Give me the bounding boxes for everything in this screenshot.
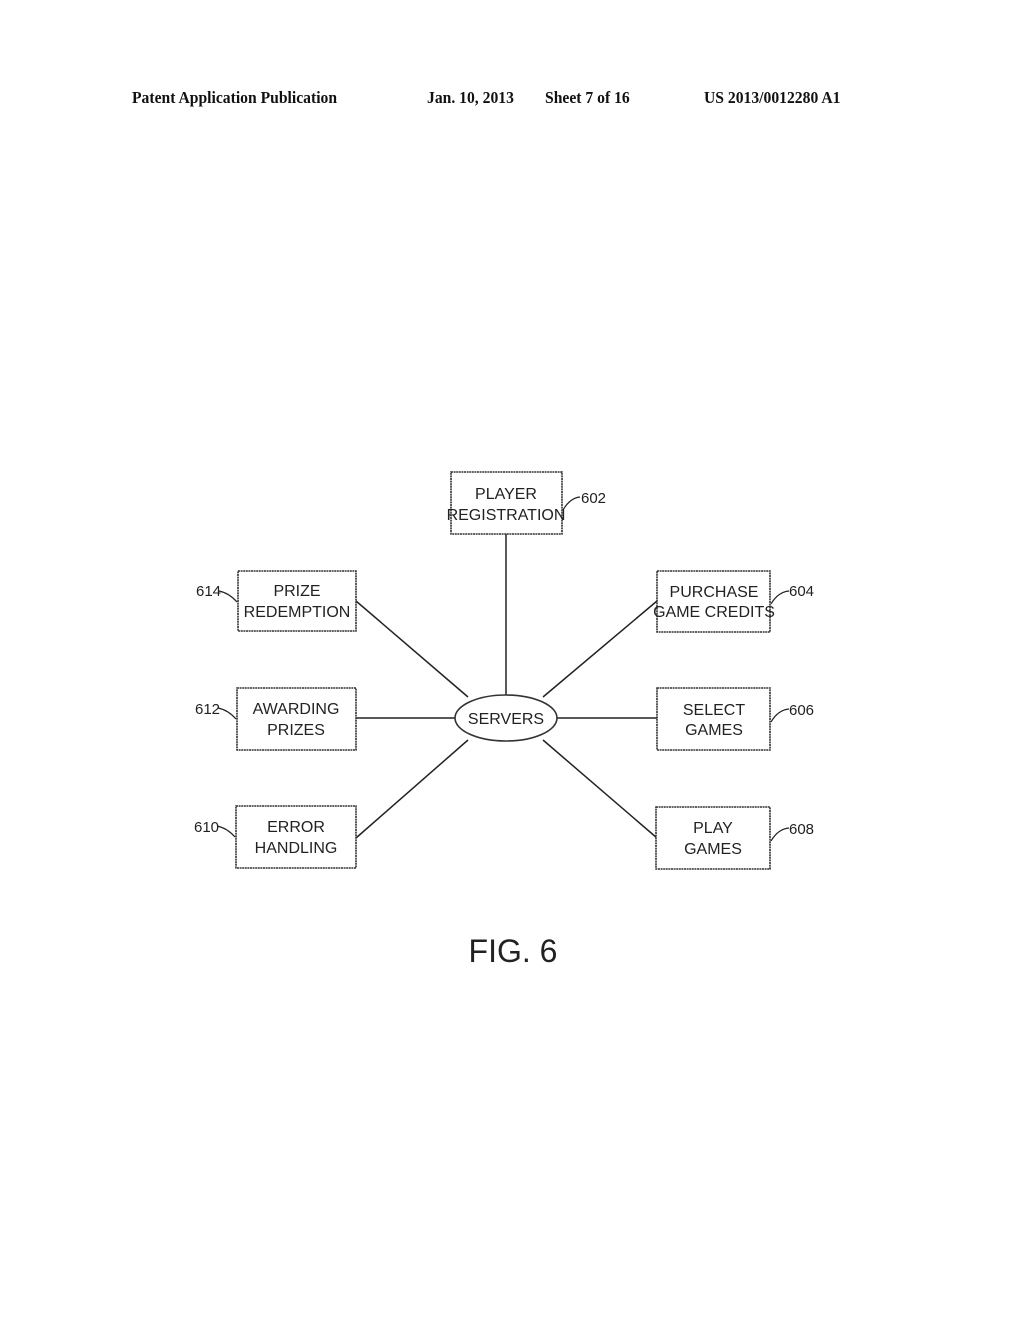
node-select-games: SELECT GAMES 606 bbox=[656, 687, 814, 751]
figure-label: FIG. 6 bbox=[469, 933, 558, 969]
reference-number: 604 bbox=[789, 583, 814, 600]
node-label-line2: PRIZES bbox=[267, 722, 325, 739]
node-label-line1: PLAY bbox=[693, 820, 733, 837]
link-610 bbox=[355, 739, 469, 839]
node-label-line1: PRIZE bbox=[273, 583, 320, 600]
reference-number: 608 bbox=[789, 821, 814, 838]
servers-node: SERVERS bbox=[454, 694, 558, 742]
servers-label: SERVERS bbox=[468, 711, 544, 728]
node-label-line2: GAMES bbox=[684, 841, 742, 858]
leader-line bbox=[562, 496, 581, 511]
link-608 bbox=[542, 739, 658, 839]
leader-line bbox=[218, 590, 238, 603]
leader-line bbox=[216, 825, 236, 838]
node-label-line2: REDEMPTION bbox=[244, 604, 351, 621]
node-awarding-prizes: AWARDING PRIZES 612 bbox=[195, 687, 357, 751]
figure-diagram: SERVERS PLAYER REGISTRATION 602 PURCHASE… bbox=[194, 471, 814, 969]
node-label-line1: ERROR bbox=[267, 819, 325, 836]
leader-line bbox=[770, 827, 790, 842]
leader-line bbox=[770, 708, 790, 723]
node-label-line1: PLAYER bbox=[475, 486, 537, 503]
leader-line bbox=[770, 590, 790, 605]
node-label-line1: SELECT bbox=[683, 702, 745, 719]
node-play-games: PLAY GAMES 608 bbox=[655, 806, 814, 870]
node-label-line1: AWARDING bbox=[253, 701, 340, 718]
reference-number: 602 bbox=[581, 490, 606, 507]
node-label-line1: PURCHASE bbox=[670, 584, 759, 601]
link-604 bbox=[542, 600, 658, 698]
reference-number: 610 bbox=[194, 819, 219, 836]
reference-number: 612 bbox=[195, 701, 220, 718]
reference-number: 606 bbox=[789, 702, 814, 719]
leader-line bbox=[217, 707, 237, 720]
node-prize-redemption: PRIZE REDEMPTION 614 bbox=[196, 570, 357, 632]
reference-number: 614 bbox=[196, 583, 221, 600]
node-player-registration: PLAYER REGISTRATION 602 bbox=[447, 471, 606, 535]
node-label-line2: GAME CREDITS bbox=[653, 604, 775, 621]
node-label-line2: GAMES bbox=[685, 722, 743, 739]
node-label-line2: REGISTRATION bbox=[447, 507, 566, 524]
node-purchase-game-credits: PURCHASE GAME CREDITS 604 bbox=[653, 570, 814, 633]
node-error-handling: ERROR HANDLING 610 bbox=[194, 805, 357, 869]
link-614 bbox=[355, 600, 469, 698]
node-label-line2: HANDLING bbox=[255, 840, 338, 857]
